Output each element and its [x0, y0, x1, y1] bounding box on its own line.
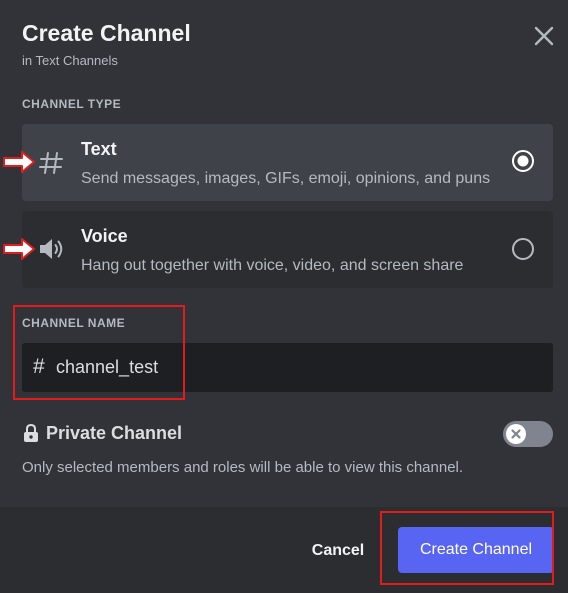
channel-type-voice-option[interactable]: Voice Hang out together with voice, vide…: [22, 211, 553, 288]
radio-unselected-icon[interactable]: [511, 237, 535, 261]
x-icon: [511, 429, 521, 439]
channel-name-input[interactable]: [56, 343, 536, 392]
cancel-button[interactable]: Cancel: [300, 531, 376, 571]
private-channel-label: Private Channel: [46, 423, 183, 443]
channel-name-field[interactable]: #: [22, 343, 553, 392]
dialog-footer: Cancel Create Channel: [0, 507, 568, 593]
private-channel-toggle[interactable]: [503, 421, 553, 447]
speaker-icon: [40, 239, 63, 259]
private-channel-row: Private Channel: [22, 421, 553, 449]
close-icon[interactable]: [528, 20, 560, 52]
toggle-knob: [506, 424, 526, 444]
annotation-arrow-text: [3, 151, 35, 173]
channel-type-text-option[interactable]: Text Send messages, images, GIFs, emoji,…: [22, 124, 553, 201]
create-channel-dialog: Create Channel in Text Channels CHANNEL …: [0, 0, 568, 593]
channel-type-description: Send messages, images, GIFs, emoji, opin…: [81, 170, 491, 187]
create-channel-button[interactable]: Create Channel: [398, 527, 554, 573]
lock-icon: [24, 423, 38, 442]
channel-type-name: Voice: [81, 226, 128, 246]
hash-icon: [39, 152, 63, 174]
annotation-arrow-voice: [3, 238, 35, 260]
hash-prefix-icon: #: [33, 355, 45, 378]
channel-name-label: CHANNEL NAME: [22, 316, 126, 330]
channel-type-name: Text: [81, 139, 117, 159]
channel-type-description: Hang out together with voice, video, and…: [81, 257, 464, 274]
dialog-subtitle: in Text Channels: [22, 53, 118, 68]
dialog-title: Create Channel: [22, 20, 191, 46]
radio-selected-icon[interactable]: [511, 149, 535, 173]
channel-type-label: CHANNEL TYPE: [22, 97, 122, 111]
private-channel-description: Only selected members and roles will be …: [22, 459, 464, 476]
